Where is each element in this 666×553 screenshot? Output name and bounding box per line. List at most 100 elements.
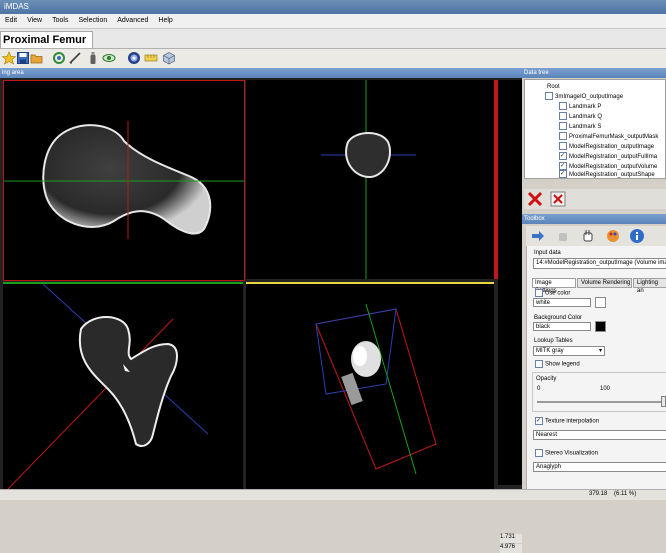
toolbox-title: Toolbox [522,214,666,224]
tree-action-bar [524,189,666,209]
chevron-down-icon: ▾ [598,348,602,354]
data-tree: Root 3mImageIO_outputImage Landmark P La… [524,79,666,179]
checkbox[interactable] [559,142,567,151]
lookup-table-select[interactable]: MITK gray ▾ [533,346,605,356]
menu-bar: Edit View Tools Selection Advanced Help [0,14,666,29]
save-icon[interactable] [16,51,30,65]
opacity-max-label: 100 [600,386,611,392]
femur-axial-slice [4,121,244,239]
opacity-slider-handle[interactable] [661,396,666,407]
checkbox[interactable] [559,170,567,179]
scale-label-1: 1.731 [500,534,522,543]
view-side-gap [498,80,522,485]
interpolation-select[interactable]: Nearest [533,430,666,440]
star-icon[interactable] [2,51,16,65]
remove-data-icon[interactable] [550,191,566,207]
bottle-icon[interactable] [86,51,100,65]
color-field[interactable]: white [533,298,591,307]
use-color-option[interactable]: Use color [535,289,570,297]
scale-label-2: 4.976 [500,544,522,553]
delete-icon[interactable] [527,191,543,207]
target-icon[interactable] [127,51,141,65]
tree-item[interactable]: ModelRegistration_outputShape [559,170,655,180]
menu-help[interactable]: Help [153,14,177,28]
toolbox-header: Toolbox [522,214,666,224]
checkbox[interactable] [545,92,553,101]
femur-3d-render [315,303,437,475]
hand-icon[interactable] [581,229,595,243]
tree-item[interactable]: ModelRegistration_outputImage [559,142,654,152]
data-tree-title: Data tree [522,68,666,78]
background-color-field[interactable]: black [533,322,591,331]
info-icon[interactable] [629,228,645,244]
rendering-area: ing area 1.731 4.976 [0,68,522,553]
window-titlebar: iMDAS [0,0,666,14]
project-tab-bar: Proximal Femur [0,29,666,49]
menu-view[interactable]: View [22,14,47,28]
data-tree-header: Data tree [522,68,666,78]
background-color-label: Background Color [534,315,583,321]
tree-item[interactable]: ProximalFemurMask_outputMask [559,132,658,142]
tab-image-settings[interactable]: Image Settings [532,278,576,294]
status-zoom: (6.11 %) [614,491,637,497]
femur-coronal-slice [7,283,209,490]
checkbox[interactable] [559,132,567,141]
recycle-icon[interactable] [52,51,66,65]
tree-root[interactable]: Root [547,82,560,92]
checkbox[interactable] [535,417,543,425]
stereo-mode-select[interactable]: Anaglyph [533,462,666,472]
tab-volume-rendering[interactable]: Volume Rendering [577,278,632,288]
checkbox[interactable] [559,102,567,111]
input-data-label: Input data [534,250,561,256]
texture-interpolation-option[interactable]: Texture interpolation [535,417,599,425]
rendering-area-title: ing area [0,68,522,78]
menu-tools[interactable]: Tools [47,14,73,28]
opacity-label: Opacity [536,376,557,382]
view-sagittal[interactable] [246,80,494,279]
opacity-group: Opacity 0 100 [532,372,666,412]
tree-item[interactable]: Landmark S [559,122,601,132]
checkbox[interactable] [535,360,543,368]
lookup-tables-label: Lookup Tables [534,338,573,344]
checkbox[interactable] [559,112,567,121]
show-legend-option[interactable]: Show legend [535,360,580,368]
tree-item[interactable]: 3mImageIO_outputImage [545,92,623,102]
arrow-right-icon[interactable] [531,229,545,243]
cube-icon[interactable] [162,51,176,65]
opacity-min-label: 0 [537,386,541,392]
pen-icon[interactable] [68,51,82,65]
tree-item[interactable]: Landmark Q [559,112,602,122]
tree-item[interactable]: Landmark P [559,102,601,112]
color-swatch-black[interactable] [595,321,606,332]
checkbox[interactable] [559,152,567,161]
checkbox[interactable] [535,289,543,297]
image-settings-tabs: Image Settings Volume Rendering Lighting… [532,278,666,294]
color-swatch-white[interactable] [595,297,606,308]
view-3d[interactable] [246,282,494,489]
project-tab[interactable]: Proximal Femur [0,31,93,48]
status-coords: 379.18 [589,491,608,497]
menu-selection[interactable]: Selection [73,14,112,28]
toolbox-icon-tabs [526,226,666,246]
view-axial[interactable] [3,80,245,281]
palette-icon[interactable] [606,229,620,243]
main-toolbar [0,49,666,69]
stereo-visualization-option[interactable]: Stereo Visualization [535,449,598,457]
toolbox-panel: Input data 14:#ModelRegistration_outputI… [526,246,666,489]
tab-lighting[interactable]: Lighting an [633,278,666,294]
tree-item[interactable]: ModelRegistration_outputFullIma [559,152,657,162]
ruler-icon[interactable] [144,51,158,65]
view-coronal[interactable] [3,282,243,490]
checkbox[interactable] [535,449,543,457]
window-title: iMDAS [4,2,29,11]
menu-edit[interactable]: Edit [0,14,22,28]
open-folder-icon[interactable] [30,51,44,65]
menu-advanced[interactable]: Advanced [112,14,153,28]
femur-sagittal-slice [321,80,416,279]
checkbox[interactable] [559,122,567,131]
hand-grey-icon[interactable] [556,229,570,243]
status-bar: 379.18 (6.11 %) [0,489,666,500]
eye-icon[interactable] [102,51,116,65]
opacity-slider-track[interactable] [537,401,665,403]
input-data-select[interactable]: 14:#ModelRegistration_outputImage (Volum… [533,258,666,269]
